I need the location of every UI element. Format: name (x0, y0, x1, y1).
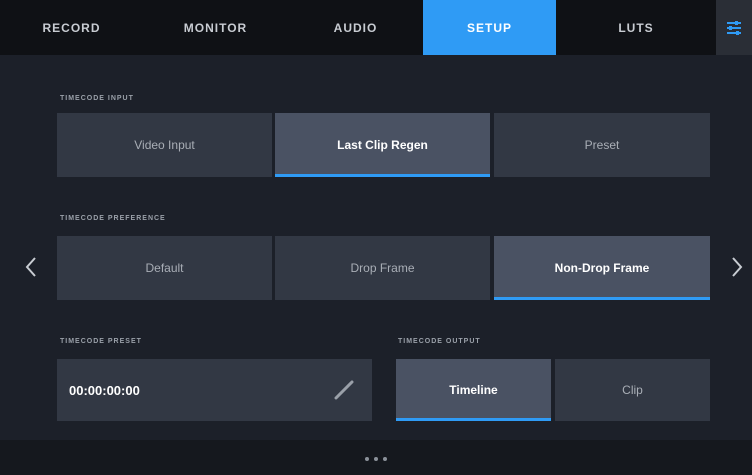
option-label: Timeline (449, 383, 498, 397)
selected-indicator (275, 174, 490, 177)
option-label: Clip (622, 383, 643, 397)
tab-luts[interactable]: LUTS (556, 0, 716, 55)
page-dots-icon (365, 457, 387, 461)
timecode-preset-value: 00:00:00:00 (69, 382, 140, 398)
previous-page-button[interactable] (20, 252, 42, 282)
page-dot (374, 457, 378, 461)
timecode-input-label: TIMECODE INPUT (60, 95, 134, 102)
timecode-preference-option-non-drop-frame[interactable]: Non-Drop Frame (494, 236, 710, 300)
next-page-button[interactable] (726, 252, 748, 282)
option-label: Drop Frame (350, 261, 415, 275)
option-label: Preset (584, 138, 620, 152)
timecode-input-option-video-input[interactable]: Video Input (57, 113, 272, 177)
option-label: Video Input (134, 138, 195, 152)
tab-audio[interactable]: AUDIO (288, 0, 423, 55)
timecode-preset-label: TIMECODE PRESET (60, 338, 142, 345)
option-label: Non-Drop Frame (554, 261, 650, 275)
timecode-preference-label: TIMECODE PREFERENCE (60, 215, 166, 222)
timecode-output-option-timeline[interactable]: Timeline (396, 359, 551, 421)
timecode-output-label: TIMECODE OUTPUT (398, 338, 481, 345)
timecode-input-option-last-clip-regen[interactable]: Last Clip Regen (275, 113, 490, 177)
setup-screen: RECORD MONITOR AUDIO SETUP LUTS TIMECODE… (0, 0, 752, 475)
chevron-left-icon (25, 257, 36, 277)
timecode-preference-option-drop-frame[interactable]: Drop Frame (275, 236, 490, 300)
tab-monitor[interactable]: MONITOR (143, 0, 288, 55)
chevron-right-icon (732, 257, 743, 277)
settings-sliders-icon (727, 20, 741, 35)
option-label: Last Clip Regen (337, 138, 428, 152)
timecode-input-option-preset[interactable]: Preset (494, 113, 710, 177)
selected-indicator (396, 418, 551, 421)
page-dot (365, 457, 369, 461)
settings-button[interactable] (716, 0, 752, 55)
pencil-icon[interactable] (332, 378, 356, 402)
top-nav: RECORD MONITOR AUDIO SETUP LUTS (0, 0, 752, 55)
tab-record[interactable]: RECORD (0, 0, 143, 55)
selected-indicator (494, 297, 710, 300)
timecode-preference-option-default[interactable]: Default (57, 236, 272, 300)
page-dot (383, 457, 387, 461)
option-label: Default (145, 261, 184, 275)
timecode-output-option-clip[interactable]: Clip (555, 359, 710, 421)
timecode-preset-field[interactable]: 00:00:00:00 (57, 359, 372, 421)
tab-setup[interactable]: SETUP (423, 0, 556, 55)
